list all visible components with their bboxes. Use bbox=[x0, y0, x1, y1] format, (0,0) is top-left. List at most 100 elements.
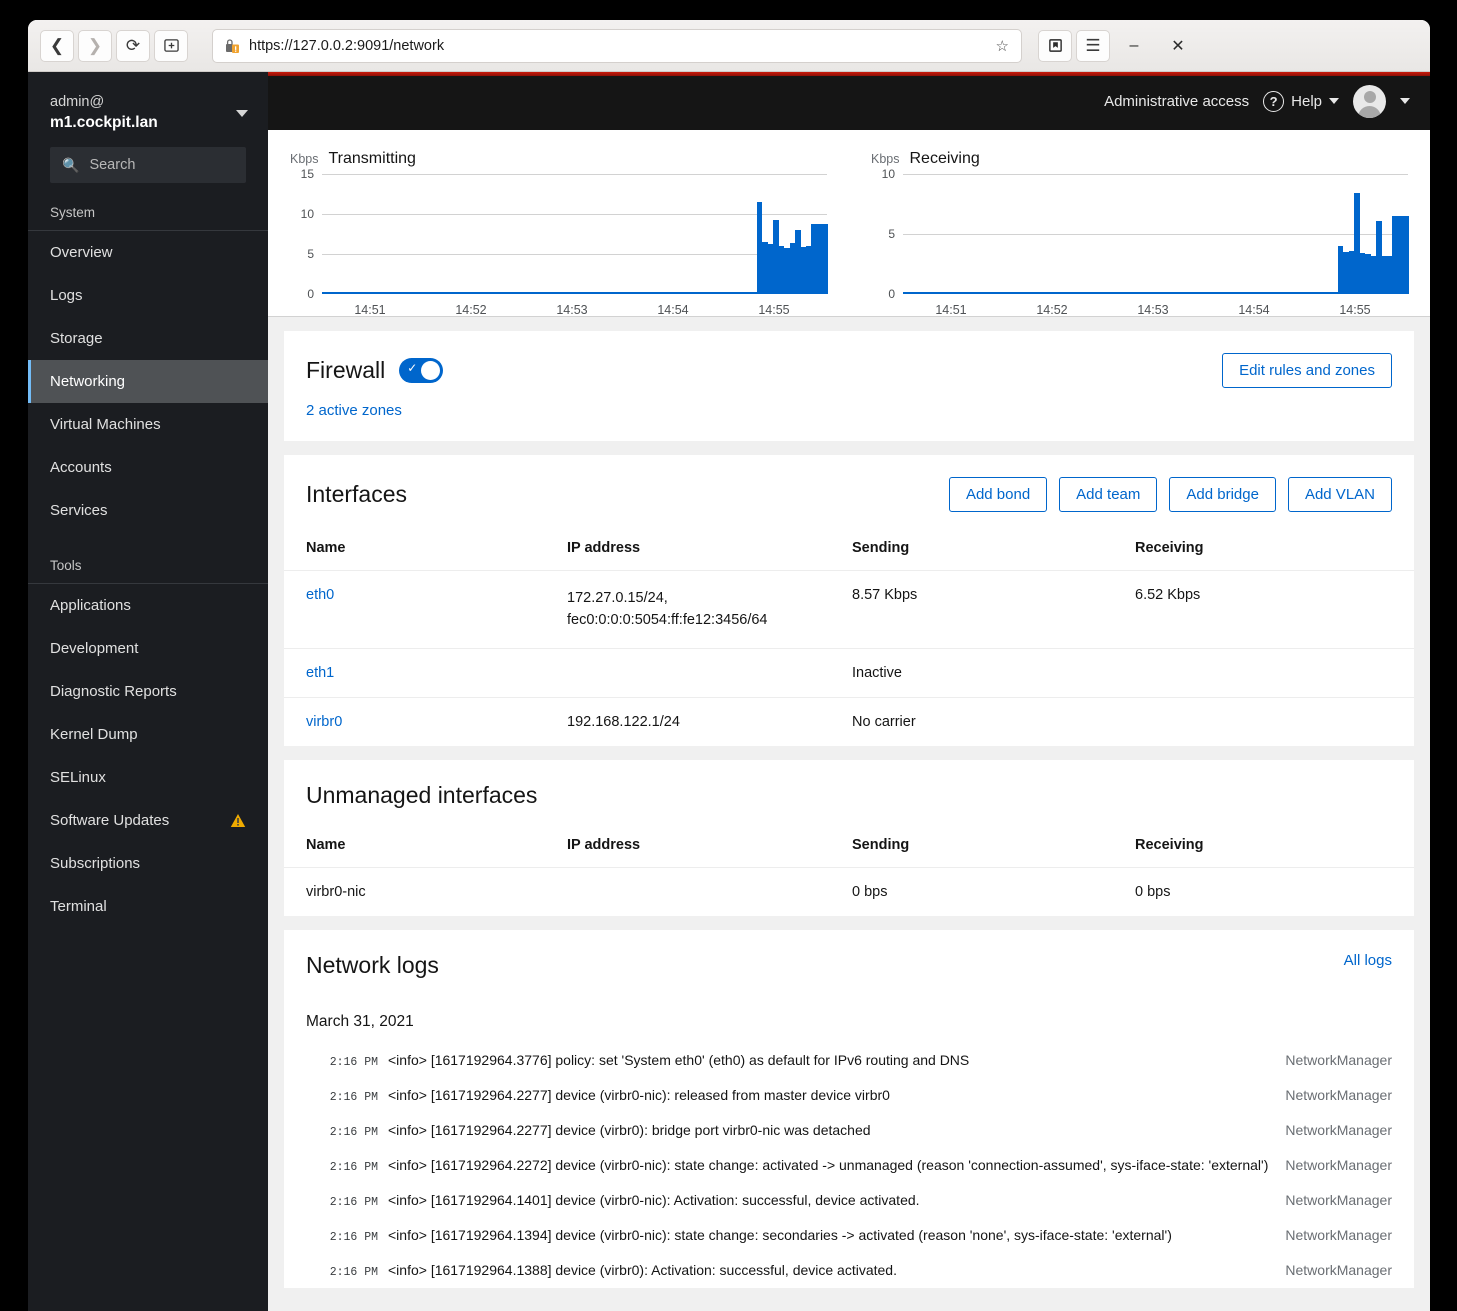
column-header-sending: Sending bbox=[852, 540, 910, 556]
main-content: Administrative access ? Help Kbps Transm… bbox=[268, 72, 1430, 1311]
sidebar-item-overview[interactable]: Overview bbox=[28, 231, 268, 274]
log-entry[interactable]: 2:16 PM <info> [1617192964.1394] device … bbox=[284, 1218, 1414, 1253]
chart-title: Transmitting bbox=[328, 150, 416, 167]
firewall-toggle[interactable]: ✓ bbox=[399, 358, 444, 383]
sidebar-item-kernel-dump[interactable]: Kernel Dump bbox=[28, 713, 268, 756]
log-message: <info> [1617192964.1394] device (virbr0-… bbox=[388, 1226, 1172, 1243]
chart-bar bbox=[1403, 216, 1409, 294]
active-zones-link[interactable]: 2 active zones bbox=[284, 388, 424, 441]
close-button[interactable]: ✕ bbox=[1158, 29, 1198, 63]
transmitting-series bbox=[322, 174, 828, 294]
new-tab-icon[interactable] bbox=[154, 29, 188, 62]
log-source: NetworkManager bbox=[1285, 1191, 1392, 1208]
sending-value: Inactive bbox=[844, 647, 1127, 698]
check-icon: ✓ bbox=[407, 361, 418, 375]
receiving-value bbox=[1127, 696, 1414, 746]
host-labels: admin@ m1.cockpit.lan bbox=[50, 93, 236, 133]
sidebar-item-networking[interactable]: Networking bbox=[28, 360, 268, 404]
address-bar[interactable]: https://127.0.0.2:9091/network ☆ bbox=[212, 28, 1022, 63]
minimize-button[interactable]: – bbox=[1114, 29, 1154, 63]
sidebar-item-label: Kernel Dump bbox=[50, 726, 138, 744]
log-entry[interactable]: 2:16 PM <info> [1617192964.2272] device … bbox=[284, 1148, 1414, 1183]
log-date-heading: March 31, 2021 bbox=[306, 1012, 414, 1030]
toggle-knob bbox=[421, 361, 441, 380]
y-tick: 10 bbox=[300, 206, 314, 221]
table-row[interactable]: eth1 Inactive bbox=[284, 647, 1414, 698]
user-avatar-icon[interactable] bbox=[1353, 84, 1386, 118]
chart-header: Kbps Transmitting bbox=[290, 150, 827, 168]
cockpit-app: admin@ m1.cockpit.lan 🔍 Search System Ov… bbox=[28, 72, 1430, 1311]
sidebar-item-software-updates[interactable]: Software Updates bbox=[28, 799, 268, 842]
insecure-lock-icon bbox=[225, 38, 240, 54]
log-source: NetworkManager bbox=[1285, 1226, 1392, 1243]
sidebar-item-label: Overview bbox=[50, 244, 113, 262]
add-vlan-button[interactable]: Add VLAN bbox=[1287, 477, 1392, 512]
add-bond-button[interactable]: Add bond bbox=[948, 477, 1048, 512]
interfaces-title: Interfaces bbox=[306, 481, 407, 507]
add-team-button[interactable]: Add team bbox=[1059, 477, 1158, 512]
star-icon[interactable]: ☆ bbox=[996, 37, 1009, 55]
log-entry[interactable]: 2:16 PM <info> [1617192964.1401] device … bbox=[284, 1183, 1414, 1218]
table-row[interactable]: eth0 172.27.0.15/24, fec0:0:0:0:5054:ff:… bbox=[284, 570, 1414, 649]
interface-link-eth1[interactable]: eth1 bbox=[306, 665, 334, 681]
edit-rules-and-zones-button[interactable]: Edit rules and zones bbox=[1222, 353, 1392, 388]
sidebar-item-virtual-machines[interactable]: Virtual Machines bbox=[28, 403, 268, 446]
interface-link-eth0[interactable]: eth0 bbox=[306, 587, 334, 603]
sidebar-item-storage[interactable]: Storage bbox=[28, 317, 268, 360]
logs-header: Network logs All logs bbox=[284, 930, 1414, 979]
sidebar-item-logs[interactable]: Logs bbox=[28, 274, 268, 317]
sidebar-item-label: Subscriptions bbox=[50, 855, 141, 873]
library-icon[interactable] bbox=[1038, 29, 1072, 62]
all-logs-link[interactable]: All logs bbox=[1344, 952, 1392, 969]
log-entry[interactable]: 2:16 PM <info> [1617192964.2277] device … bbox=[284, 1113, 1414, 1148]
receiving-series bbox=[903, 174, 1409, 294]
interface-link-virbr0[interactable]: virbr0 bbox=[306, 714, 342, 730]
ip-address-value: 192.168.122.1/24 bbox=[559, 696, 844, 746]
log-source: NetworkManager bbox=[1285, 1121, 1392, 1138]
receiving-value: 6.52 Kbps bbox=[1127, 570, 1414, 649]
search-placeholder: Search bbox=[89, 157, 136, 174]
forward-arrow-icon[interactable]: ❯ bbox=[78, 29, 112, 62]
chart-row: Kbps Transmitting 15 10 5 0 14:51 14:52 … bbox=[268, 150, 1430, 317]
sidebar-item-services[interactable]: Services bbox=[28, 489, 268, 532]
back-arrow-icon[interactable]: ❮ bbox=[40, 29, 74, 62]
new-tab-glyph bbox=[163, 39, 179, 52]
column-header-ip: IP address bbox=[567, 836, 641, 853]
log-entry[interactable]: 2:16 PM <info> [1617192964.1388] device … bbox=[284, 1253, 1414, 1288]
sidebar-item-applications[interactable]: Applications bbox=[28, 584, 268, 627]
sidebar-item-diagnostic-reports[interactable]: Diagnostic Reports bbox=[28, 670, 268, 713]
log-message: <info> [1617192964.1401] device (virbr0-… bbox=[388, 1191, 920, 1208]
sending-value: 8.57 Kbps bbox=[844, 570, 1127, 649]
firewall-card: Firewall ✓ Edit rules and zones 2 active… bbox=[284, 331, 1414, 441]
reload-icon[interactable]: ⟳ bbox=[116, 29, 150, 62]
sidebar-item-label: Diagnostic Reports bbox=[50, 683, 177, 701]
help-menu[interactable]: ? Help bbox=[1263, 90, 1339, 112]
sidebar-item-subscriptions[interactable]: Subscriptions bbox=[28, 842, 268, 885]
page-scroll-area[interactable]: Kbps Transmitting 15 10 5 0 14:51 14:52 … bbox=[268, 130, 1430, 1311]
table-row[interactable]: virbr0 192.168.122.1/24 No carrier bbox=[284, 696, 1414, 746]
accent-bar bbox=[268, 72, 1430, 76]
log-message: <info> [1617192964.2277] device (virbr0)… bbox=[388, 1121, 871, 1138]
sidebar-item-accounts[interactable]: Accounts bbox=[28, 446, 268, 489]
sidebar-item-terminal[interactable]: Terminal bbox=[28, 885, 268, 928]
host-selector[interactable]: admin@ m1.cockpit.lan bbox=[28, 76, 268, 147]
sidebar-item-selinux[interactable]: SELinux bbox=[28, 756, 268, 799]
log-message: <info> [1617192964.1388] device (virbr0)… bbox=[388, 1261, 897, 1278]
log-time: 2:16 PM bbox=[329, 1230, 378, 1244]
add-bridge-button[interactable]: Add bridge bbox=[1169, 477, 1276, 512]
hamburger-menu-icon[interactable]: ☰ bbox=[1076, 29, 1110, 62]
log-entry[interactable]: 2:16 PM <info> [1617192964.3776] policy:… bbox=[284, 1043, 1414, 1078]
user-menu-chevron-down-icon[interactable] bbox=[1400, 98, 1410, 104]
log-entry[interactable]: 2:16 PM <info> [1617192964.2277] device … bbox=[284, 1078, 1414, 1113]
interfaces-actions: Add bond Add team Add bridge Add VLAN bbox=[948, 477, 1392, 512]
question-circle-icon: ? bbox=[1263, 90, 1285, 112]
column-header-name: Name bbox=[306, 540, 346, 556]
search-input[interactable]: 🔍 Search bbox=[50, 147, 246, 184]
y-tick: 0 bbox=[888, 287, 895, 301]
search-container: 🔍 Search bbox=[28, 147, 268, 197]
administrative-access-button[interactable]: Administrative access bbox=[1104, 93, 1249, 110]
log-source: NetworkManager bbox=[1285, 1086, 1392, 1103]
x-tick: 14:53 bbox=[1137, 303, 1169, 317]
receiving-chart: Kbps Receiving 10 5 0 14:51 14:52 14:53 … bbox=[849, 150, 1430, 317]
sidebar-item-development[interactable]: Development bbox=[28, 627, 268, 670]
